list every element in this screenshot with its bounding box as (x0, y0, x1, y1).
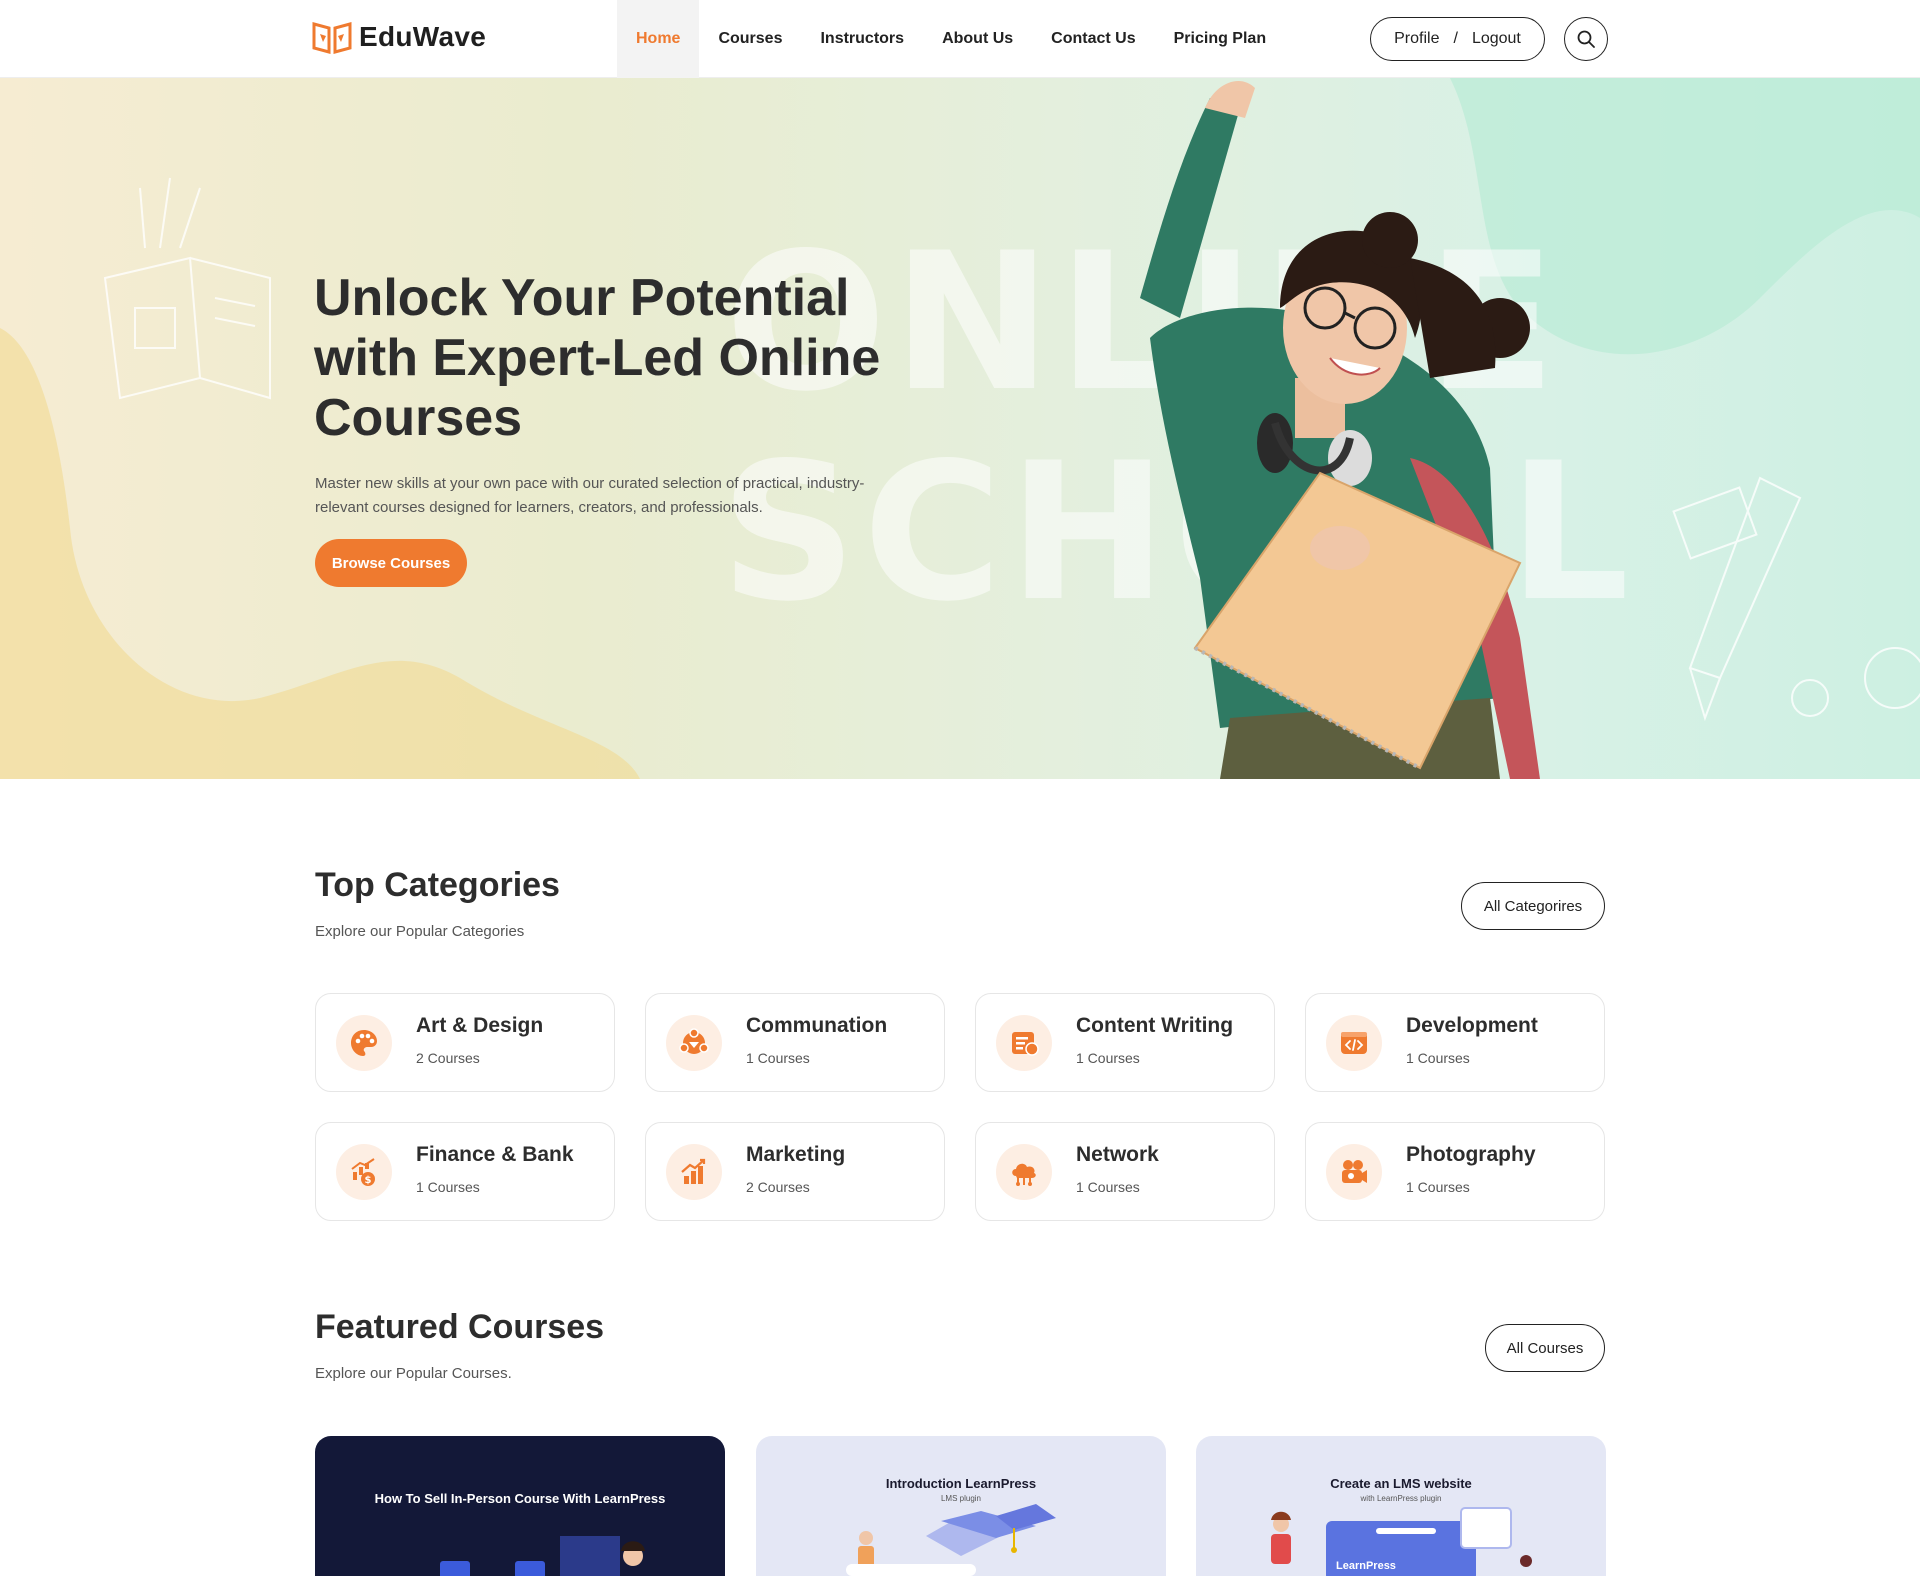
category-grid: Art & Design 2 Courses Communation 1 Cou… (315, 993, 1605, 1221)
account-pill: Profile / Logout (1370, 17, 1545, 61)
nav-home[interactable]: Home (617, 0, 700, 78)
logo[interactable]: EduWave (311, 20, 486, 54)
hero-title: Unlock Your Potential with Expert-Led On… (314, 269, 881, 447)
main-nav: Home Courses Instructors About Us Contac… (617, 0, 1285, 78)
finance-icon: $ (336, 1144, 392, 1200)
all-courses-button[interactable]: All Courses (1485, 1324, 1605, 1372)
category-name: Finance & Bank (416, 1143, 574, 1166)
category-card-finance-bank[interactable]: $ Finance & Bank 1 Courses (315, 1122, 615, 1221)
category-name: Photography (1406, 1143, 1536, 1166)
category-count: 1 Courses (1406, 1179, 1470, 1195)
category-name: Development (1406, 1014, 1538, 1037)
site-header: EduWave Home Courses Instructors About U… (0, 0, 1920, 78)
search-icon (1577, 30, 1595, 48)
palette-icon (336, 1015, 392, 1071)
nav-courses[interactable]: Courses (699, 0, 801, 78)
category-card-content-writing[interactable]: Content Writing 1 Courses (975, 993, 1275, 1092)
course-thumb-badge: LearnPress (1336, 1560, 1396, 1572)
category-card-network[interactable]: Network 1 Courses (975, 1122, 1275, 1221)
category-card-development[interactable]: Development 1 Courses (1305, 993, 1605, 1092)
categories-subtitle: Explore our Popular Categories (315, 923, 525, 940)
profile-link[interactable]: Profile (1394, 30, 1439, 48)
category-card-photography[interactable]: Photography 1 Courses (1305, 1122, 1605, 1221)
category-count: 1 Courses (1076, 1050, 1140, 1066)
categories-title: Top Categories (315, 866, 560, 904)
category-name: Communation (746, 1014, 888, 1037)
category-name: Art & Design (416, 1014, 544, 1037)
hero-description: Master new skills at your own pace with … (315, 475, 865, 516)
all-categories-button[interactable]: All Categorires (1461, 882, 1605, 930)
svg-text:$: $ (365, 1175, 372, 1186)
course-card-sell-in-person[interactable]: How To Sell In-Person Course With LearnP… (315, 1436, 725, 1576)
category-count: 2 Courses (416, 1050, 480, 1066)
category-card-marketing[interactable]: Marketing 2 Courses (645, 1122, 945, 1221)
category-count: 1 Courses (1406, 1050, 1470, 1066)
category-count: 1 Courses (1076, 1179, 1140, 1195)
nav-about-us[interactable]: About Us (923, 0, 1032, 78)
category-count: 2 Courses (746, 1179, 810, 1195)
course-thumb-illustration (1271, 1507, 1532, 1576)
growth-chart-icon (666, 1144, 722, 1200)
course-card-create-lms-website[interactable]: Create an LMS website with LearnPress pl… (1196, 1436, 1606, 1576)
camera-icon (1326, 1144, 1382, 1200)
featured-subtitle: Explore our Popular Courses. (315, 1365, 512, 1382)
pencil-doodle-icon (1672, 476, 1920, 722)
separator: / (1453, 30, 1458, 47)
category-card-art-design[interactable]: Art & Design 2 Courses (315, 993, 615, 1092)
category-name: Content Writing (1076, 1014, 1234, 1037)
course-thumb-illustration (846, 1504, 1056, 1576)
logout-link[interactable]: Logout (1472, 30, 1521, 48)
course-card-introduction-learnpress[interactable]: Introduction LearnPress LMS plugin (756, 1436, 1166, 1576)
category-count: 1 Courses (416, 1179, 480, 1195)
nav-instructors[interactable]: Instructors (801, 0, 923, 78)
brand-name: EduWave (359, 21, 487, 52)
hero-banner: ONLINE SCHOOL Unlock Your Potential with… (0, 78, 1920, 779)
hero-background-art: ONLINE SCHOOL (0, 78, 1920, 779)
book-doodle-icon (103, 177, 271, 400)
featured-title: Featured Courses (315, 1308, 605, 1346)
writing-icon (996, 1015, 1052, 1071)
category-name: Marketing (746, 1143, 846, 1166)
book-logo-icon (312, 22, 352, 54)
browse-courses-button[interactable]: Browse Courses (315, 539, 467, 587)
nav-pricing-plan[interactable]: Pricing Plan (1155, 0, 1285, 78)
nav-contact-us[interactable]: Contact Us (1032, 0, 1154, 78)
course-thumb-illustration (440, 1536, 645, 1576)
communication-icon (666, 1015, 722, 1071)
category-name: Network (1076, 1143, 1159, 1166)
category-count: 1 Courses (746, 1050, 810, 1066)
code-icon (1326, 1015, 1382, 1071)
search-button[interactable] (1564, 17, 1608, 61)
category-card-communication[interactable]: Communation 1 Courses (645, 993, 945, 1092)
cloud-network-icon (996, 1144, 1052, 1200)
